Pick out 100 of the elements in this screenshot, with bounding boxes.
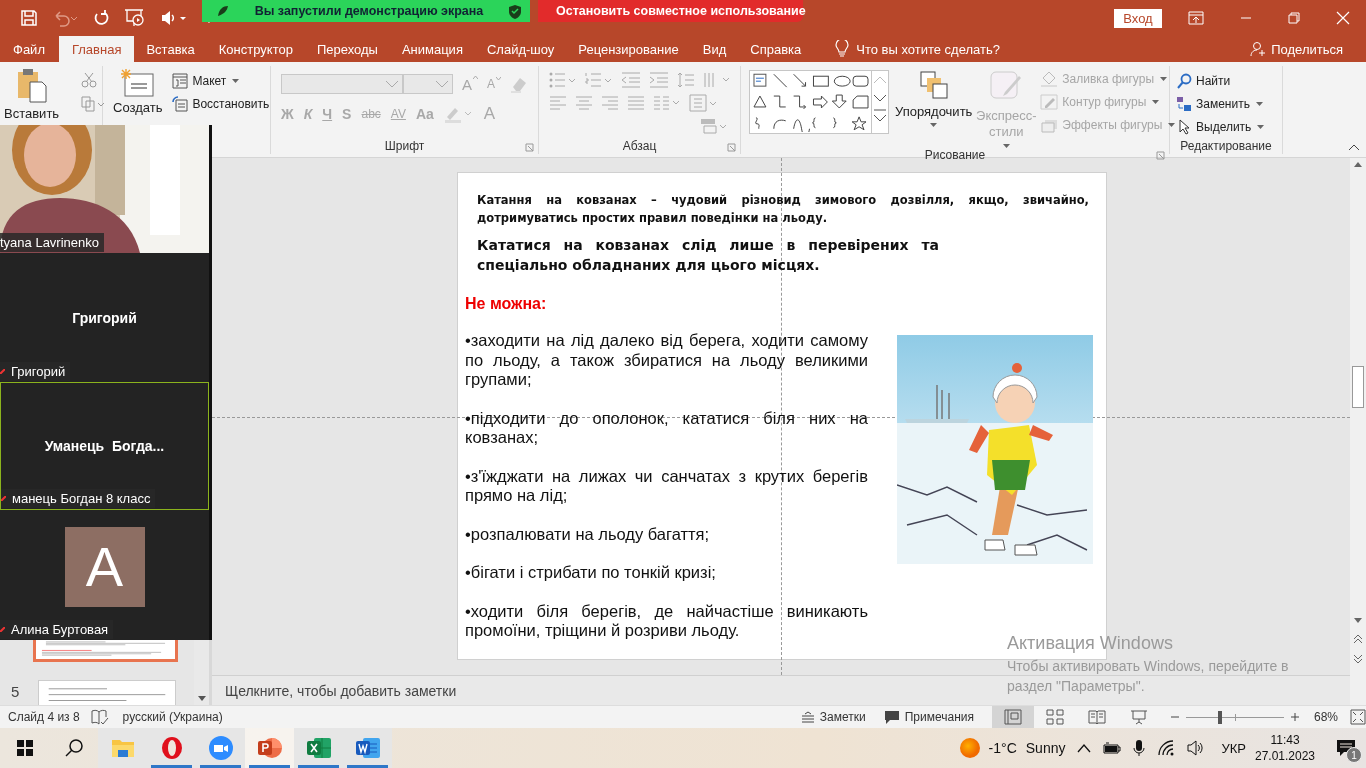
notifications-button[interactable]: 1	[1326, 728, 1366, 768]
bullet-item: •розпалювати на льоду багаття;	[465, 524, 711, 544]
find-button[interactable]: Найти	[1176, 72, 1265, 90]
chevron-up-icon[interactable]	[1077, 743, 1092, 753]
select-button[interactable]: Выделить	[1176, 118, 1265, 136]
ribbon-tab[interactable]: Переходы	[304, 36, 390, 62]
collapse-ribbon-icon[interactable]	[1348, 143, 1360, 151]
muted-mic-icon	[0, 369, 5, 374]
activation-text: Чтобы активировать Windows, перейдите в раздел "Параметры".	[1007, 657, 1290, 696]
cut-icon[interactable]	[81, 72, 98, 88]
ribbon-tab[interactable]: Анимация	[389, 36, 475, 62]
weather-condition[interactable]: Sunny	[1025, 740, 1066, 756]
caret-icon	[1160, 77, 1167, 81]
undo-icon[interactable]	[52, 9, 78, 27]
bullet-item: •заходити на лід далеко від берега, ходити самому по льоду, а також збиратися на льоду великими групами;	[465, 331, 868, 390]
restore-icon[interactable]	[1288, 12, 1300, 24]
replace-button[interactable]: Заменить	[1176, 95, 1265, 113]
scroll-down-icon[interactable]	[1352, 615, 1364, 625]
clipboard-icon	[15, 68, 48, 104]
language-label[interactable]: русский (Украина)	[122, 710, 223, 724]
taskbar-app[interactable]	[343, 728, 392, 768]
caret-icon	[930, 123, 938, 127]
scrollbar-thumb[interactable]	[1352, 366, 1364, 408]
shield-icon	[508, 3, 522, 19]
participant-label: Алина Буртовая	[11, 622, 109, 637]
ring-icon	[159, 736, 184, 760]
taskbar-app[interactable]	[294, 728, 343, 768]
taskbar-app[interactable]	[245, 728, 294, 768]
battery-icon[interactable]	[1103, 742, 1122, 754]
bullet-item: •ходити біля берегів, де найчастіше виникають промоїни, тріщини й розриви льоду.	[465, 601, 868, 641]
dialog-launcher-icon[interactable]	[1156, 151, 1165, 160]
zoom-in-icon[interactable]	[1289, 712, 1300, 722]
view-button[interactable]	[991, 706, 1034, 728]
caret-icon	[232, 79, 240, 83]
fit-slide-icon[interactable]	[1350, 709, 1366, 725]
slideshow-icon[interactable]	[124, 8, 146, 28]
save-icon[interactable]	[20, 9, 38, 27]
lightbulb-icon[interactable]	[835, 40, 850, 58]
participant-name: Григорий	[72, 309, 137, 326]
zoom-slider[interactable]	[1185, 710, 1284, 724]
ribbon-tab[interactable]: Вставка	[134, 36, 207, 62]
leaf-icon	[216, 4, 230, 18]
scroll-up-icon[interactable]	[1352, 160, 1364, 170]
bullet-list-icon[interactable]	[549, 72, 577, 88]
copy-icon[interactable]	[81, 96, 106, 112]
shape-gallery[interactable]	[749, 70, 889, 134]
redo-icon[interactable]	[92, 9, 110, 27]
dialog-launcher-icon[interactable]	[525, 143, 534, 152]
slide-thumbnail[interactable]	[33, 640, 178, 662]
ribbon-display-icon[interactable]	[1188, 11, 1204, 25]
ribbon-tab[interactable]: Рецензирование	[566, 36, 691, 62]
microphone-icon[interactable]	[1133, 739, 1146, 757]
layout-button[interactable]: Макет	[172, 72, 270, 90]
ribbon-tab[interactable]: Справка	[738, 36, 814, 62]
paint-bucket-icon	[1040, 71, 1059, 87]
previous-slide-icon[interactable]	[1352, 633, 1364, 645]
tell-me-search[interactable]: Что вы хотите сделать?	[856, 41, 1000, 57]
volume-icon[interactable]	[1187, 740, 1206, 756]
participant-label: Григорий	[11, 364, 66, 379]
speaker-icon[interactable]	[160, 9, 188, 27]
pencil-icon	[1040, 94, 1059, 110]
cursor-icon	[1176, 119, 1192, 135]
share-button[interactable]: Поделиться	[1250, 36, 1366, 62]
comment-icon	[883, 710, 900, 724]
layout-icon	[172, 73, 189, 89]
person-add-icon	[1250, 41, 1267, 57]
arrange-button[interactable]: Упорядочить	[889, 66, 975, 127]
avatar-initial: A	[85, 539, 124, 595]
wifi-icon[interactable]	[1157, 740, 1176, 756]
weather-temperature[interactable]: -1°C	[988, 740, 1017, 756]
notes-button[interactable]: Заметки	[800, 710, 866, 724]
search-icon	[63, 738, 84, 758]
notes-field[interactable]: Щелкните, чтобы добавить заметки	[225, 682, 457, 699]
reset-button[interactable]: Восстановить	[172, 95, 270, 113]
document-app-icon	[354, 736, 381, 760]
slide-heading: Не можна:	[465, 295, 547, 313]
ribbon-tab[interactable]: Вид	[690, 36, 739, 62]
line-spacing-icon[interactable]	[677, 72, 695, 88]
caret-up-icon	[473, 75, 478, 79]
sun-icon[interactable]	[958, 737, 981, 759]
sign-in-button[interactable]: Вход	[1114, 8, 1162, 28]
close-icon[interactable]	[1336, 11, 1350, 25]
ribbon-tab[interactable]: Конструктор	[206, 36, 305, 62]
ribbon-tab[interactable]: Главная	[58, 36, 135, 62]
paste-button[interactable]: Вставить	[0, 66, 64, 121]
comments-button[interactable]: Примечания	[883, 710, 974, 724]
scroll-down-icon[interactable]	[195, 693, 208, 703]
next-slide-icon[interactable]	[1352, 653, 1364, 665]
ribbon-tab[interactable]: Файл	[1, 36, 57, 62]
projector-icon	[1129, 709, 1148, 725]
caret-down-icon	[496, 77, 502, 80]
new-slide-button[interactable]: Создать	[103, 66, 167, 115]
zoom-percent[interactable]: 68%	[1313, 710, 1338, 724]
input-language[interactable]: УКР	[1221, 740, 1246, 756]
taskbar-app[interactable]	[196, 728, 245, 768]
video-camera-icon	[207, 735, 234, 761]
ribbon-tab[interactable]: Слайд-шоу	[474, 36, 567, 62]
muted-mic-icon	[1, 496, 6, 501]
spell-check-icon[interactable]	[90, 709, 109, 725]
dialog-launcher-icon[interactable]	[727, 143, 736, 152]
